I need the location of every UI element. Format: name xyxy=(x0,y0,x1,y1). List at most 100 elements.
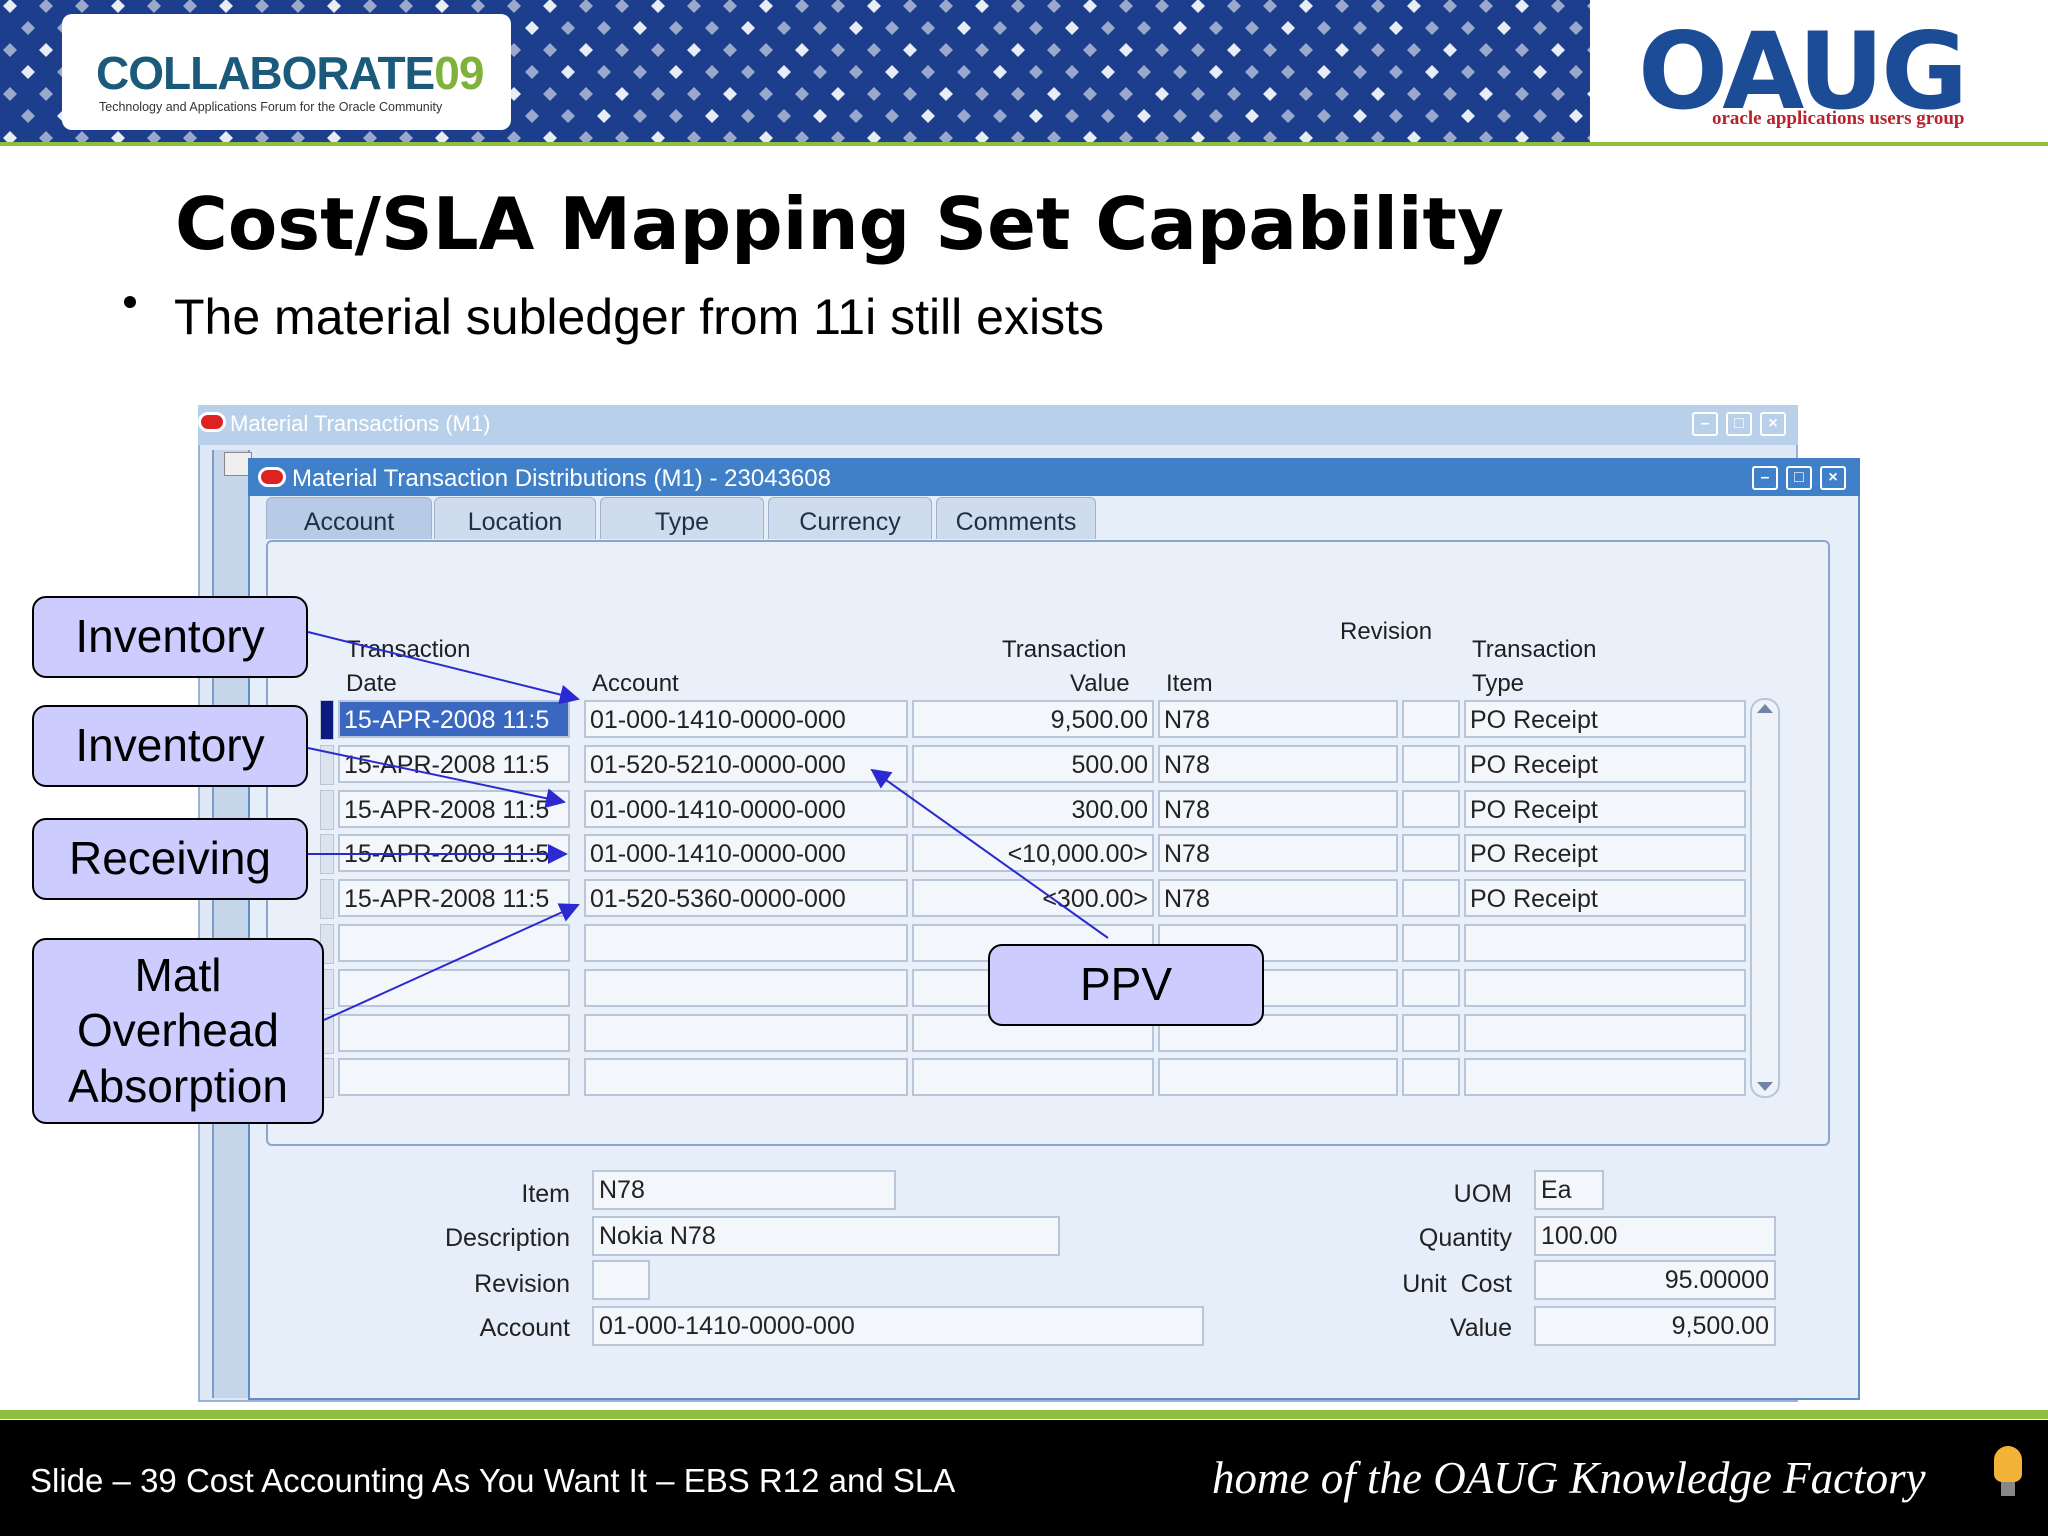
account-cell[interactable]: 01-000-1410-0000-000 xyxy=(584,834,908,872)
type-cell[interactable] xyxy=(1464,1014,1746,1052)
revision-field[interactable] xyxy=(592,1260,650,1300)
column-header-account: Account xyxy=(592,670,679,697)
column-header-type-2: Type xyxy=(1472,670,1525,697)
date-cell[interactable] xyxy=(338,1014,570,1052)
tab-type[interactable]: Type xyxy=(600,497,764,539)
material-transactions-title: Material Transactions (M1) xyxy=(230,411,491,436)
account-field[interactable]: 01-000-1410-0000-000 xyxy=(592,1306,1204,1346)
table-scrollbar[interactable] xyxy=(1750,698,1780,1098)
callout-receiving: Receiving xyxy=(32,818,308,900)
date-cell[interactable]: 15-APR-2008 11:5 xyxy=(338,879,570,917)
footer-tagline: home of the OAUG Knowledge Factory xyxy=(1212,1453,1926,1503)
scroll-down-icon[interactable] xyxy=(1757,1082,1773,1091)
item-cell[interactable]: N78 xyxy=(1158,700,1398,738)
item-field[interactable]: N78 xyxy=(592,1170,896,1210)
collaborate-logo-text: COLLABORATE09 xyxy=(96,47,484,99)
account-cell[interactable] xyxy=(584,924,908,962)
item-label: Item xyxy=(521,1180,570,1208)
date-cell[interactable]: 15-APR-2008 11:5 xyxy=(338,790,570,828)
maximize-icon[interactable]: □ xyxy=(1726,412,1752,436)
tab-comments[interactable]: Comments xyxy=(936,497,1096,539)
value-cell[interactable]: 300.00 xyxy=(912,790,1154,828)
account-cell[interactable] xyxy=(584,969,908,1007)
revision-label: Revision xyxy=(474,1270,570,1298)
revision-cell[interactable] xyxy=(1402,745,1460,783)
type-cell[interactable]: PO Receipt xyxy=(1464,834,1746,872)
quantity-field[interactable]: 100.00 xyxy=(1534,1216,1776,1256)
account-cell[interactable]: 01-000-1410-0000-000 xyxy=(584,790,908,828)
description-field[interactable]: Nokia N78 xyxy=(592,1216,1060,1256)
oracle-window-icon xyxy=(258,467,286,487)
oracle-window-icon xyxy=(198,412,226,432)
row-indicator[interactable] xyxy=(320,834,334,874)
account-cell[interactable]: 01-520-5360-0000-000 xyxy=(584,879,908,917)
date-cell[interactable]: 15-APR-2008 11:5 xyxy=(338,745,570,783)
item-cell[interactable]: N78 xyxy=(1158,834,1398,872)
value-cell[interactable] xyxy=(912,1058,1154,1096)
revision-cell[interactable] xyxy=(1402,790,1460,828)
account-cell[interactable] xyxy=(584,1058,908,1096)
revision-cell[interactable] xyxy=(1402,1014,1460,1052)
revision-cell[interactable] xyxy=(1402,834,1460,872)
row-indicator[interactable] xyxy=(320,745,334,785)
column-header-revision: Revision xyxy=(1340,618,1433,645)
lightbulb-icon xyxy=(1994,1446,2022,1482)
value-label: Value xyxy=(1449,1314,1512,1342)
callout-matl-line2: Overhead xyxy=(76,1004,279,1057)
column-header-type-1: Transaction xyxy=(1472,636,1597,663)
callout-matl-line3: Absorption xyxy=(68,1059,288,1112)
tab-currency[interactable]: Currency xyxy=(768,497,932,539)
maximize-icon[interactable]: □ xyxy=(1786,466,1812,490)
date-cell[interactable] xyxy=(338,924,570,962)
distributions-title: Material Transaction Distributions (M1) … xyxy=(292,465,831,492)
scroll-up-icon[interactable] xyxy=(1757,704,1773,713)
date-cell[interactable]: 15-APR-2008 11:5 xyxy=(338,834,570,872)
unit-cost-field[interactable]: 95.00000 xyxy=(1534,1260,1776,1300)
type-cell[interactable] xyxy=(1464,969,1746,1007)
revision-cell[interactable] xyxy=(1402,700,1460,738)
value-cell[interactable]: <10,000.00> xyxy=(912,834,1154,872)
account-cell[interactable]: 01-520-5210-0000-000 xyxy=(584,745,908,783)
account-cell[interactable]: 01-000-1410-0000-000 xyxy=(584,700,908,738)
minimize-icon[interactable]: – xyxy=(1692,412,1718,436)
date-cell[interactable] xyxy=(338,969,570,1007)
revision-cell[interactable] xyxy=(1402,879,1460,917)
uom-field[interactable]: Ea xyxy=(1534,1170,1604,1210)
value-cell[interactable]: <300.00> xyxy=(912,879,1154,917)
account-cell[interactable] xyxy=(584,1014,908,1052)
column-header-date-2: Date xyxy=(346,670,397,697)
callout-matl-line1: Matl xyxy=(134,949,222,1002)
item-cell[interactable]: N78 xyxy=(1158,745,1398,783)
type-cell[interactable]: PO Receipt xyxy=(1464,745,1746,783)
description-label: Description xyxy=(444,1224,570,1252)
type-cell[interactable]: PO Receipt xyxy=(1464,879,1746,917)
type-cell[interactable] xyxy=(1464,1058,1746,1096)
close-icon[interactable]: × xyxy=(1760,412,1786,436)
value-cell[interactable]: 500.00 xyxy=(912,745,1154,783)
revision-cell[interactable] xyxy=(1402,969,1460,1007)
value-cell[interactable]: 9,500.00 xyxy=(912,700,1154,738)
close-icon[interactable]: × xyxy=(1820,466,1846,490)
minimize-icon[interactable]: – xyxy=(1752,466,1778,490)
column-header-date-1: Transaction xyxy=(346,636,471,663)
date-cell[interactable] xyxy=(338,1058,570,1096)
callout-inventory-1: Inventory xyxy=(32,596,308,678)
revision-cell[interactable] xyxy=(1402,924,1460,962)
date-cell[interactable]: 15-APR-2008 11:5 xyxy=(338,700,570,738)
revision-cell[interactable] xyxy=(1402,1058,1460,1096)
type-cell[interactable]: PO Receipt xyxy=(1464,790,1746,828)
row-indicator[interactable] xyxy=(320,700,334,740)
column-header-value-1: Transaction xyxy=(1002,636,1127,663)
type-cell[interactable] xyxy=(1464,924,1746,962)
item-cell[interactable] xyxy=(1158,1058,1398,1096)
bullet-text: The material subledger from 11i still ex… xyxy=(174,289,1104,345)
row-indicator[interactable] xyxy=(320,879,334,919)
tab-location[interactable]: Location xyxy=(434,497,596,539)
item-cell[interactable]: N78 xyxy=(1158,879,1398,917)
type-cell[interactable]: PO Receipt xyxy=(1464,700,1746,738)
back-window-panel xyxy=(214,450,250,1398)
item-cell[interactable]: N78 xyxy=(1158,790,1398,828)
tab-account[interactable]: Account xyxy=(266,497,432,539)
value-field[interactable]: 9,500.00 xyxy=(1534,1306,1776,1346)
row-indicator[interactable] xyxy=(320,790,334,830)
